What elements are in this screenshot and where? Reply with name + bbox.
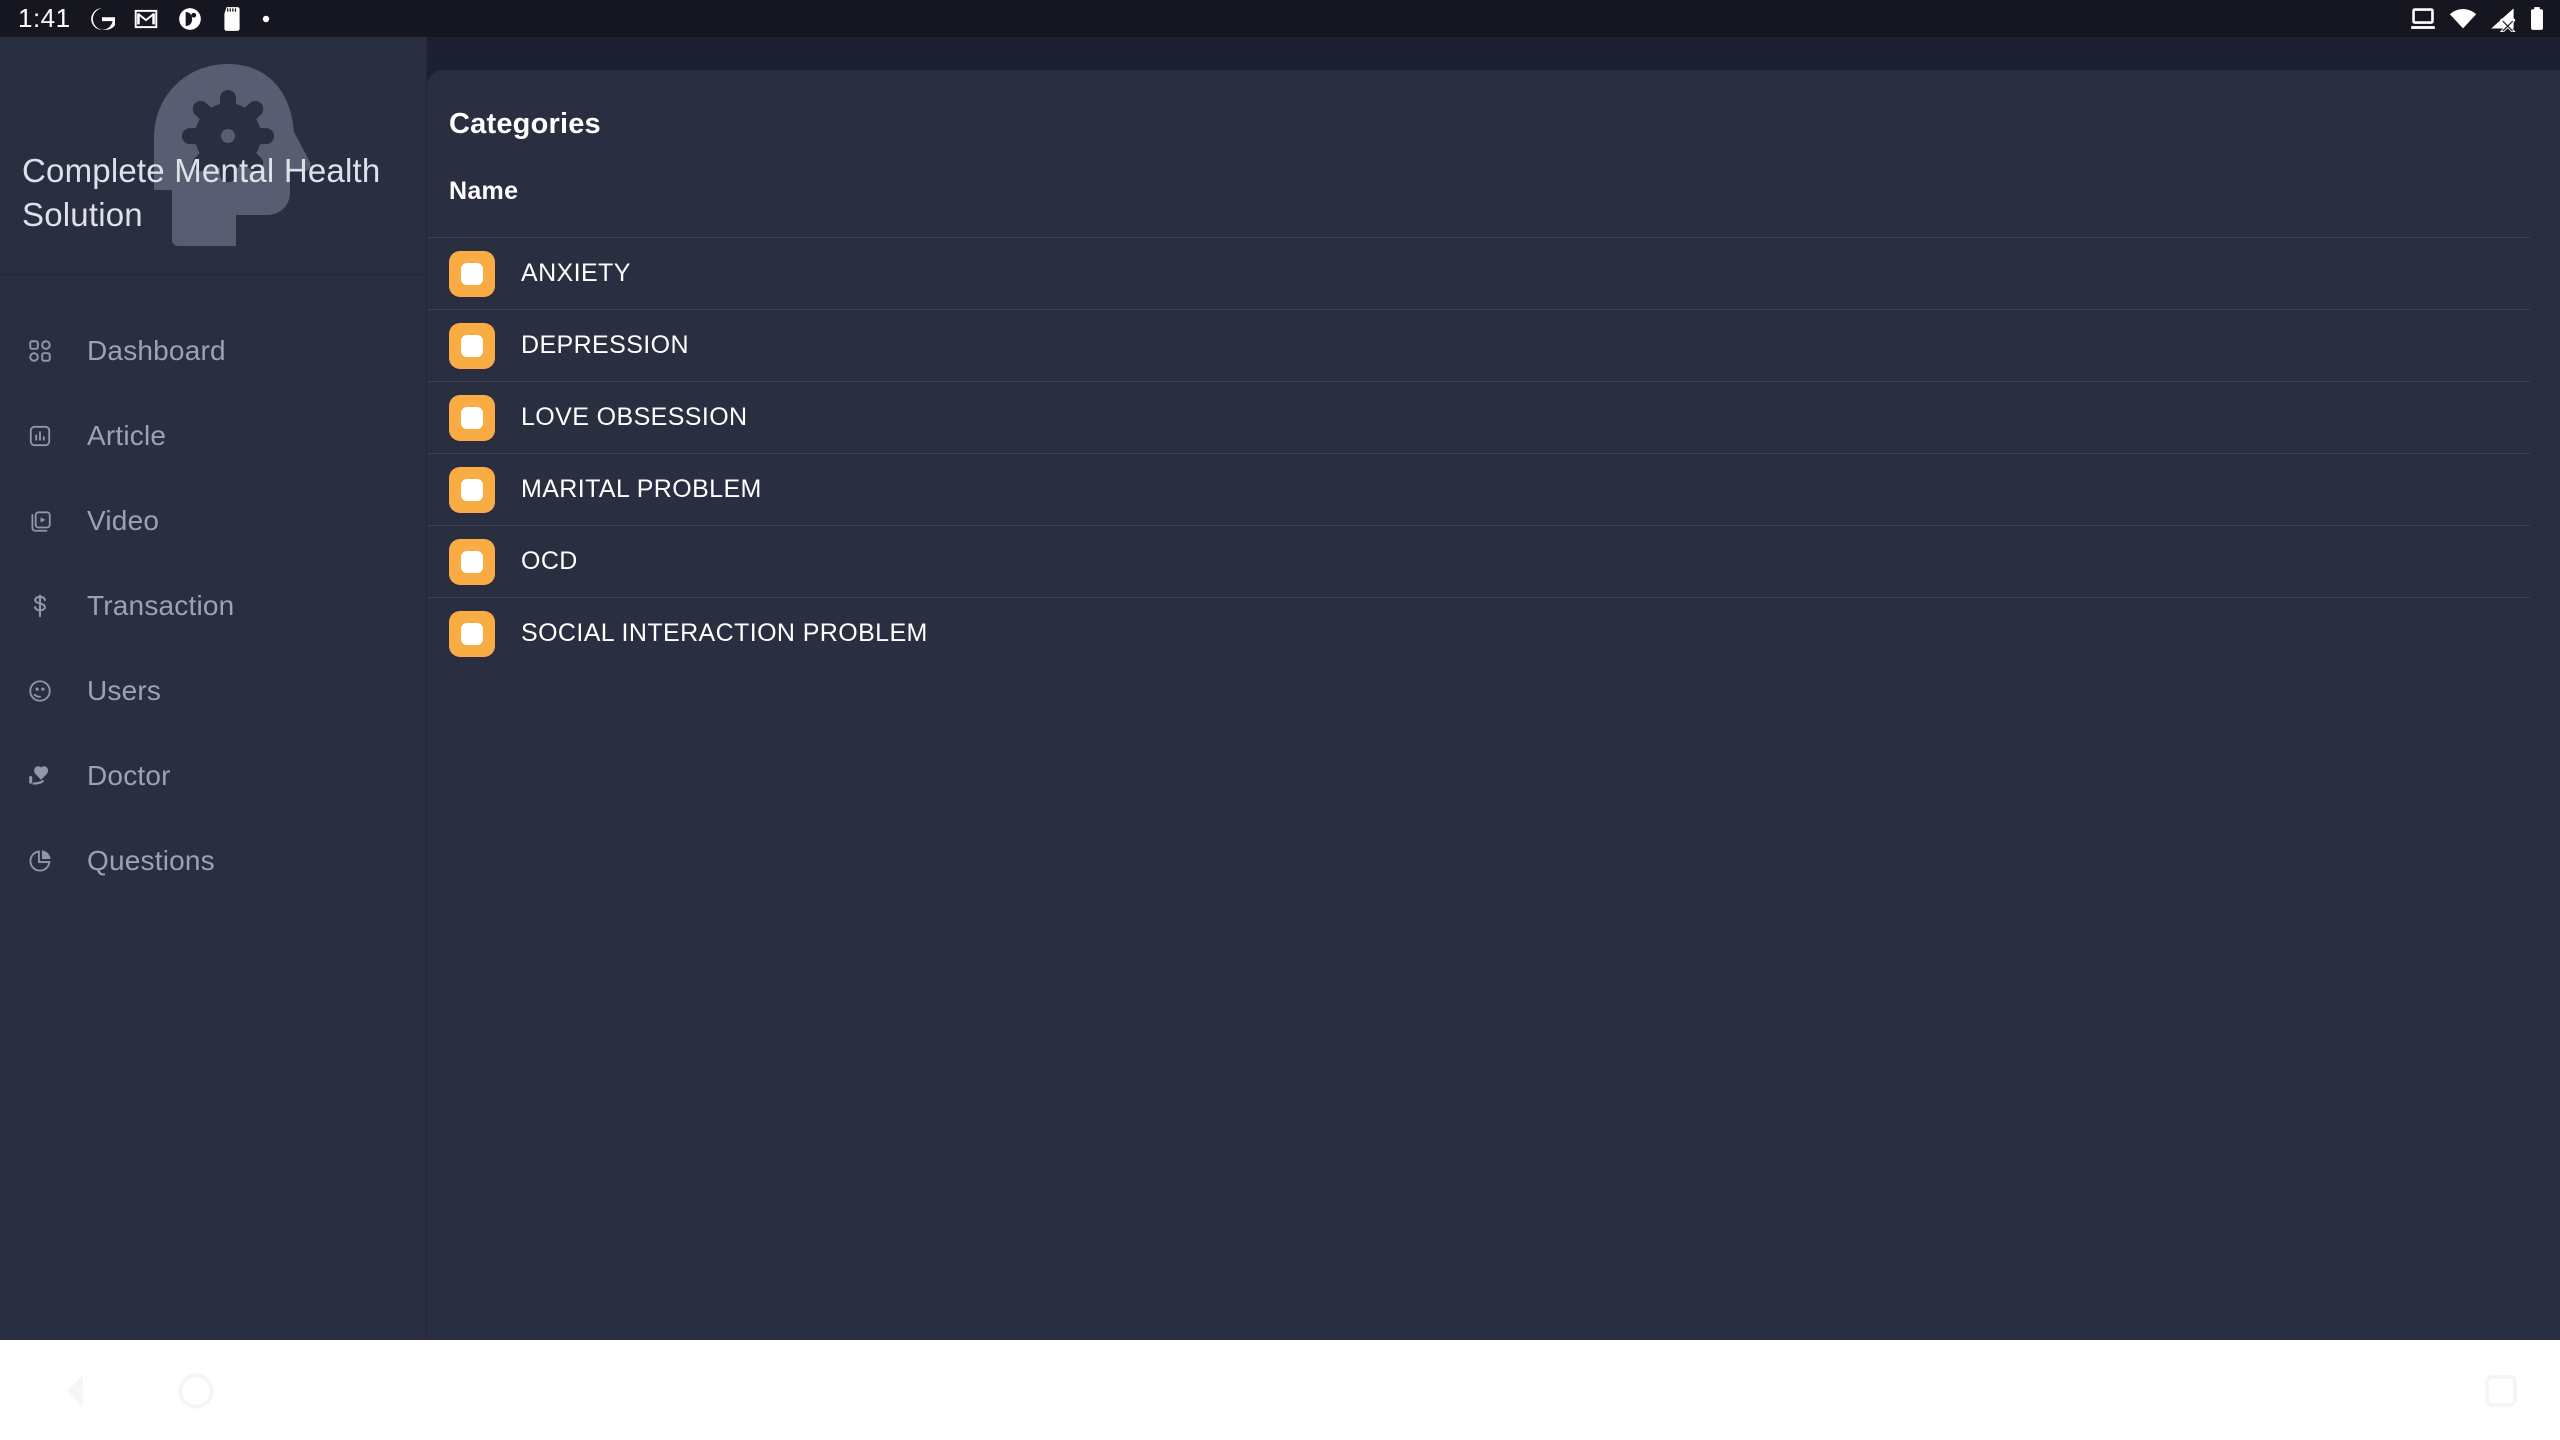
sidebar-item-label: Article [87,419,167,451]
categories-table: ANXIETY DEPRESSION LOVE OBSESSION MARITA… [427,237,2560,669]
sidebar-item-article[interactable]: Article [0,393,426,478]
sidebar-item-questions[interactable]: Questions [0,818,426,903]
wifi-icon [2448,6,2478,32]
cast-screen-icon [2408,6,2438,32]
hand-heart-icon [22,763,58,789]
category-name: DEPRESSION [521,331,689,359]
dollar-icon [22,593,58,619]
gmail-icon [133,6,159,32]
article-chart-icon [22,423,58,449]
table-row[interactable]: DEPRESSION [427,309,2530,381]
sidebar-item-dashboard[interactable]: Dashboard [0,308,426,393]
android-navigation-bar [0,1340,2560,1440]
category-name: LOVE OBSESSION [521,403,748,431]
battery-icon [2528,6,2546,32]
stop-square-icon[interactable] [449,466,495,513]
stop-square-icon[interactable] [449,394,495,441]
sidebar-item-label: Video [87,504,160,536]
sidebar-item-doctor[interactable]: Doctor [0,733,426,818]
table-row[interactable]: MARITAL PROBLEM [427,453,2530,525]
users-face-icon [22,678,58,704]
main-content: Categories Name ANXIETY DEPRESSION LOVE … [427,70,2560,1340]
stop-square-icon[interactable] [449,322,495,369]
stop-square-icon[interactable] [449,250,495,297]
grid-icon [22,338,58,364]
pie-chart-icon [22,848,58,874]
stop-square-icon[interactable] [449,610,495,657]
sidebar-nav: Dashboard Article Video Transaction User… [0,275,426,903]
dot-icon [261,14,271,24]
stop-square-icon[interactable] [449,538,495,585]
category-name: ANXIETY [521,259,631,287]
sidebar-item-transaction[interactable]: Transaction [0,563,426,648]
sidebar: Complete Mental Health Solution Dashboar… [0,37,427,1340]
table-row[interactable]: SOCIAL INTERACTION PROBLEM [427,597,2530,669]
video-stack-icon [22,508,58,534]
app-window: Complete Mental Health Solution Dashboar… [0,37,2560,1340]
sidebar-item-users[interactable]: Users [0,648,426,733]
table-row[interactable]: ANXIETY [427,237,2530,309]
sidebar-item-label: Users [87,674,162,706]
sidebar-item-label: Questions [87,844,215,876]
status-bar-left: 1:41 [18,3,271,34]
app-title: Complete Mental Health Solution [22,152,381,233]
sidebar-item-video[interactable]: Video [0,478,426,563]
google-icon [89,6,115,32]
recents-icon[interactable] [2480,1370,2522,1417]
sidebar-item-label: Dashboard [87,334,226,366]
signal-no-sim-icon [2488,6,2518,32]
category-name: MARITAL PROBLEM [521,475,762,503]
home-icon[interactable] [175,1370,217,1417]
status-bar-right [2408,6,2546,32]
sidebar-logo-area: Complete Mental Health Solution [0,37,427,275]
app-circle-icon [177,6,203,32]
android-status-bar: 1:41 [0,0,2560,37]
sidebar-item-label: Doctor [87,759,171,791]
category-name: OCD [521,547,578,575]
status-bar-clock: 1:41 [18,3,71,33]
sidebar-item-label: Transaction [87,589,235,621]
category-name: SOCIAL INTERACTION PROBLEM [521,619,928,647]
page-title: Categories [449,108,601,140]
sd-card-icon [221,6,243,32]
table-column-header-name: Name [449,177,519,205]
back-icon[interactable] [55,1370,97,1417]
table-row[interactable]: LOVE OBSESSION [427,381,2530,453]
table-row[interactable]: OCD [427,525,2530,597]
